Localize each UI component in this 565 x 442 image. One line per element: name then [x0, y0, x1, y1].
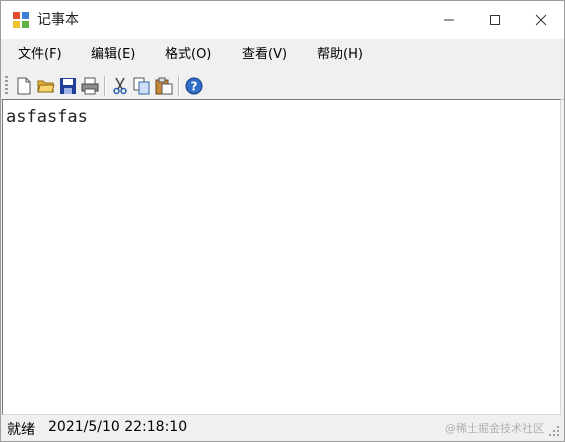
- menu-view[interactable]: 查看(V): [242, 45, 287, 65]
- toolbar-separator: [178, 76, 179, 96]
- status-datetime: 2021/5/10 22:18:10: [48, 419, 188, 435]
- menu-help[interactable]: 帮助(H): [317, 45, 363, 65]
- toolbar: ?: [1, 71, 564, 100]
- status-label: 就绪: [7, 422, 35, 438]
- paste-button[interactable]: [153, 75, 175, 97]
- cut-button[interactable]: [109, 75, 131, 97]
- new-file-icon: [17, 77, 31, 95]
- minimize-icon: [444, 19, 454, 21]
- editor-content[interactable]: asfasfas: [6, 107, 88, 127]
- minimize-button[interactable]: [426, 1, 472, 39]
- text-editor[interactable]: asfasfas: [2, 99, 561, 415]
- print-button[interactable]: [79, 75, 101, 97]
- help-button[interactable]: ?: [183, 75, 205, 97]
- close-button[interactable]: [518, 1, 564, 39]
- menu-edit[interactable]: 编辑(E): [91, 45, 135, 65]
- menu-bar: 文件(F) 编辑(E) 格式(O) 查看(V) 帮助(H): [1, 39, 564, 71]
- maximize-button[interactable]: [472, 1, 518, 39]
- toolbar-separator: [104, 76, 105, 96]
- toolbar-grip[interactable]: [5, 76, 8, 96]
- window-title: 记事本: [37, 12, 79, 28]
- watermark-text: @稀土掘金技术社区: [445, 422, 544, 435]
- svg-text:?: ?: [191, 80, 198, 94]
- resize-grip-icon[interactable]: [547, 424, 561, 438]
- print-icon: [81, 77, 99, 95]
- status-bar: 就绪 2021/5/10 22:18:10 @稀土掘金技术社区: [1, 415, 564, 441]
- copy-icon: [133, 77, 150, 95]
- help-icon: ?: [185, 77, 203, 95]
- paste-icon: [155, 77, 173, 95]
- new-button[interactable]: [13, 75, 35, 97]
- cut-icon: [113, 77, 127, 95]
- menu-format[interactable]: 格式(O): [165, 45, 211, 65]
- maximize-icon: [490, 15, 500, 25]
- close-icon: [535, 14, 547, 26]
- open-folder-icon: [37, 80, 55, 93]
- open-button[interactable]: [35, 75, 57, 97]
- save-icon: [60, 78, 76, 94]
- notepad-window: 记事本 文件(F) 编辑(E) 格式(O) 查看(V) 帮助(H) ? asfa…: [0, 0, 565, 442]
- title-bar[interactable]: 记事本: [1, 1, 564, 39]
- copy-button[interactable]: [131, 75, 153, 97]
- menu-file[interactable]: 文件(F): [18, 45, 62, 65]
- app-icon: [13, 12, 29, 28]
- save-button[interactable]: [57, 75, 79, 97]
